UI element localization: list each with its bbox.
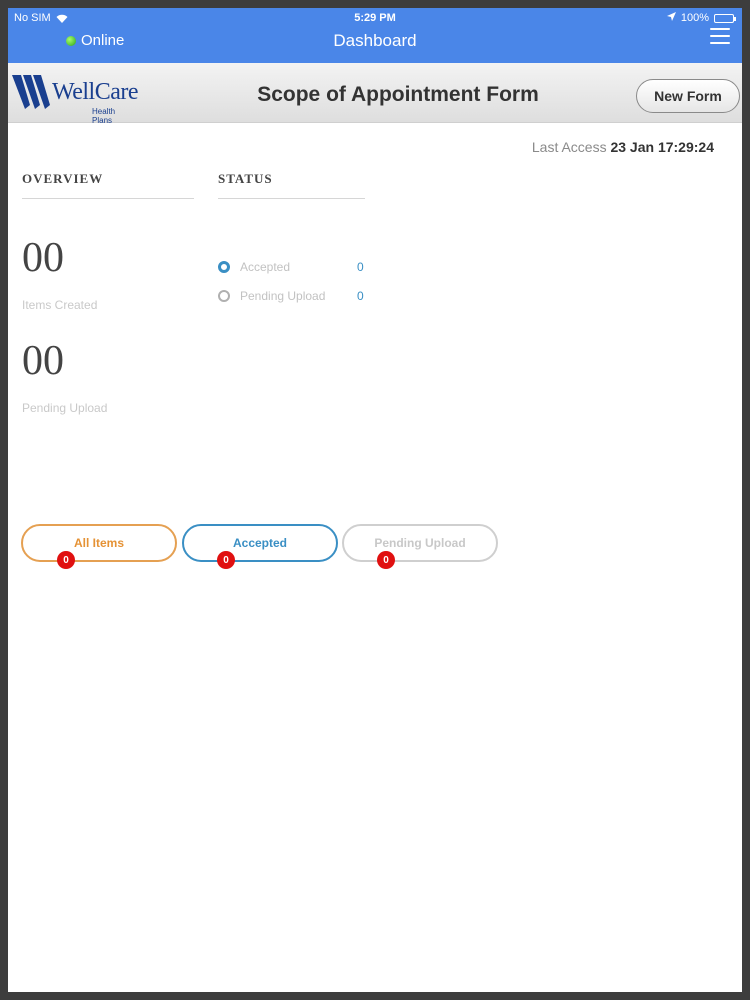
logo-subtext: Health Plans bbox=[92, 107, 116, 125]
status-pending-upload-label: Pending Upload bbox=[240, 289, 326, 303]
location-arrow-icon bbox=[666, 12, 676, 24]
pending-upload-count-badge: 0 bbox=[377, 551, 395, 569]
all-items-count-badge: 0 bbox=[57, 551, 75, 569]
status-accepted-label: Accepted bbox=[240, 260, 291, 274]
accepted-count-badge: 0 bbox=[217, 551, 235, 569]
filter-pending-upload-button[interactable]: Pending Upload bbox=[342, 524, 498, 562]
items-created-label: Items Created bbox=[22, 298, 98, 312]
status-time: 5:29 PM bbox=[354, 12, 396, 24]
filter-accepted-button[interactable]: Accepted bbox=[182, 524, 338, 562]
status-heading: STATUS bbox=[218, 171, 365, 199]
battery-percent: 100% bbox=[680, 12, 709, 24]
pending-upload-count: 00 bbox=[22, 338, 64, 384]
status-pending-upload-value: 0 bbox=[357, 289, 364, 303]
top-bar: No SIM 5:29 PM 100% Online Dashboard bbox=[8, 8, 742, 63]
hamburger-menu-icon[interactable] bbox=[710, 28, 730, 44]
status-row-pending-upload[interactable]: Pending Upload 0 bbox=[218, 289, 368, 303]
radio-pending-upload-icon[interactable] bbox=[218, 290, 230, 302]
nav-title: Dashboard bbox=[333, 31, 417, 50]
battery-icon bbox=[714, 13, 736, 23]
last-access-label: Last Access bbox=[531, 139, 607, 155]
status-row-accepted[interactable]: Accepted 0 bbox=[218, 260, 368, 274]
items-created-count: 00 bbox=[22, 235, 64, 281]
page-title: Scope of Appointment Form bbox=[257, 83, 539, 106]
radio-accepted-icon[interactable] bbox=[218, 261, 230, 273]
last-access: Last Access 23 Jan 17:29:24 bbox=[532, 139, 714, 155]
overview-heading: OVERVIEW bbox=[22, 171, 194, 199]
new-form-button[interactable]: New Form bbox=[636, 79, 740, 113]
device-screen: No SIM 5:29 PM 100% Online Dashboard Wel… bbox=[8, 8, 742, 992]
status-bar-right: 100% bbox=[666, 12, 736, 24]
last-access-value: 23 Jan 17:29:24 bbox=[610, 139, 714, 155]
form-header: WellCare Health Plans Scope of Appointme… bbox=[8, 63, 742, 125]
pending-upload-label: Pending Upload bbox=[22, 401, 108, 415]
filter-all-items-button[interactable]: All Items bbox=[21, 524, 177, 562]
status-accepted-value: 0 bbox=[357, 260, 364, 274]
